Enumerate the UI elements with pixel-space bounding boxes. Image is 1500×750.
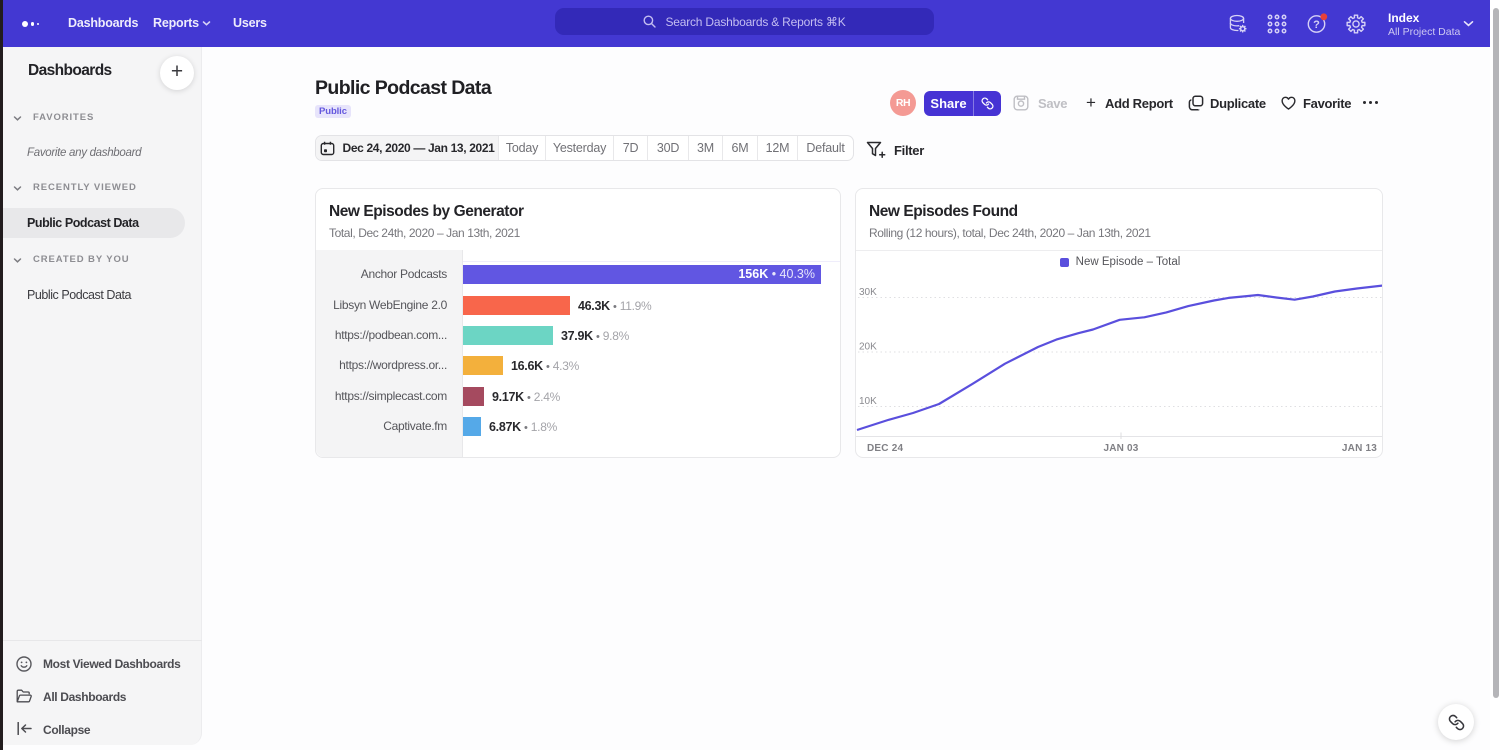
svg-text:20K: 20K — [859, 342, 877, 353]
svg-text:DEC 24: DEC 24 — [867, 443, 903, 454]
svg-text:?: ? — [1313, 19, 1320, 31]
svg-text:30K: 30K — [859, 287, 877, 298]
svg-text:10K: 10K — [859, 396, 877, 407]
svg-text:JAN 03: JAN 03 — [1103, 443, 1138, 454]
svg-text:JAN 13: JAN 13 — [1342, 443, 1377, 454]
